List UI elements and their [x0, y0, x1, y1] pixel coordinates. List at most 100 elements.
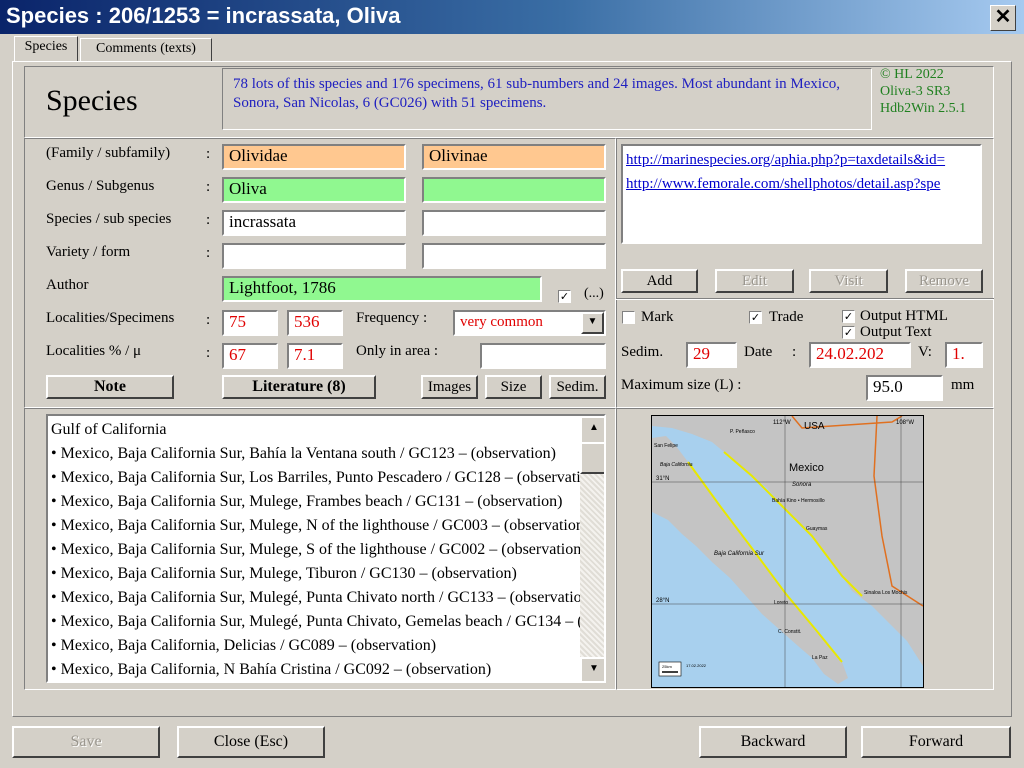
window-close-button[interactable]: ✕ [990, 5, 1016, 31]
locality-list[interactable]: Gulf of California • Mexico, Baja Califo… [46, 414, 606, 683]
map-label-sonora: Sonora [792, 482, 812, 488]
sedim-button[interactable]: Sedim. [549, 375, 606, 399]
list-item[interactable]: • Mexico, Baja California, N Bahía Crist… [48, 658, 580, 681]
list-item[interactable]: • Mexico, Baja California Sur, Bahía la … [48, 442, 580, 466]
pct-label: Localities % / μ [46, 343, 142, 359]
variety-field[interactable] [222, 243, 406, 269]
genus-field[interactable]: Oliva [222, 177, 406, 203]
localities-count-field[interactable]: 75 [222, 310, 278, 336]
scroll-down-icon[interactable]: ▼ [580, 657, 604, 681]
add-link-button[interactable]: Add [621, 269, 698, 293]
map-label-bc: Baja California [660, 462, 693, 468]
max-size-field[interactable]: 95.0 [866, 375, 943, 401]
output-text-checkbox[interactable]: ✓ [842, 326, 855, 339]
summary-box: 78 lots of this species and 176 specimen… [222, 68, 872, 130]
images-button[interactable]: Images [421, 375, 478, 399]
sedim-label: Sedim. [621, 344, 664, 360]
species-label: Species / sub species [46, 211, 172, 227]
list-item[interactable]: • Mexico, Baja California Sur, Mulege, T… [48, 562, 580, 586]
note-button[interactable]: Note [46, 375, 174, 399]
sedim-field[interactable]: 29 [686, 342, 737, 368]
close-button[interactable]: Close (Esc) [177, 726, 325, 758]
visit-link-button[interactable]: Visit [809, 269, 888, 293]
colon: : [206, 212, 211, 228]
list-item[interactable]: • Mexico, Baja California Sur, Mulegé, P… [48, 610, 580, 634]
map-label-guaymas: Guaymas [806, 526, 828, 532]
form-field[interactable] [422, 243, 606, 269]
mark-label: Mark [641, 309, 674, 325]
version-line: Oliva-3 SR3 [880, 84, 951, 99]
list-item[interactable]: • Mexico, Baja California Sur, Mulege, F… [48, 490, 580, 514]
species-field[interactable]: incrassata [222, 210, 406, 236]
mark-checkbox[interactable] [622, 311, 635, 324]
hdb-version-line: Hdb2Win 2.5.1 [880, 101, 967, 116]
edit-link-button[interactable]: Edit [715, 269, 794, 293]
trade-label: Trade [769, 309, 804, 325]
map-label-lapaz: La Paz [812, 655, 828, 661]
variety-label: Variety / form [46, 244, 131, 260]
divider [616, 298, 994, 300]
family-label: (Family / subfamily) [46, 145, 171, 161]
list-item[interactable]: • Mexico, Baja California Sur, Mulege, N… [48, 514, 580, 538]
author-field[interactable]: Lightfoot, 1786 [222, 276, 542, 302]
output-html-label: Output HTML [860, 308, 948, 324]
trade-checkbox[interactable]: ✓ [749, 311, 762, 324]
map-date-label: 17.02.2022 [686, 663, 707, 668]
scroll-thumb[interactable] [580, 442, 604, 474]
map-label-sinaloa: Sinaloa Los Mochis [864, 590, 908, 596]
subfamily-field[interactable]: Olivinae [422, 144, 606, 170]
chevron-down-icon[interactable]: ▼ [581, 312, 604, 334]
only-area-field[interactable] [480, 343, 606, 369]
author-label: Author [46, 277, 89, 293]
forward-button[interactable]: Forward [861, 726, 1011, 758]
link-marinespecies[interactable]: http://marinespecies.org/aphia.php?p=tax… [626, 152, 945, 168]
link-femorale[interactable]: http://www.femorale.com/shellphotos/deta… [626, 176, 940, 192]
localities-label: Localities/Specimens [46, 310, 175, 326]
frequency-value: very common [460, 314, 543, 330]
backward-button[interactable]: Backward [699, 726, 847, 758]
colon: : [206, 312, 211, 328]
map-label-sanfelipe: San Felipe [654, 443, 678, 449]
scrollbar[interactable]: ▲ ▼ [580, 416, 604, 681]
list-item[interactable]: • Mexico, Baja California Sur, Los Barri… [48, 466, 580, 490]
localities-pct-field[interactable]: 67 [222, 343, 278, 369]
frequency-label: Frequency : [356, 310, 428, 326]
tab-species[interactable]: Species [14, 36, 78, 62]
map-scale-label: 25km [662, 664, 672, 669]
tab-comments[interactable]: Comments (texts) [80, 38, 212, 62]
map-label-lon112: 112°W [773, 420, 791, 426]
map-label-constitucion: C. Constit. [778, 629, 801, 635]
list-item[interactable]: • Mexico, Baja California, Delicias / GC… [48, 634, 580, 658]
map-label-usa: USA [804, 421, 825, 432]
map-label-bcs: Baja California Sur [714, 551, 765, 557]
subspecies-field[interactable] [422, 210, 606, 236]
copyright-block: © HL 2022 Oliva-3 SR3 Hdb2Win 2.5.1 [880, 66, 966, 117]
scroll-up-icon[interactable]: ▲ [580, 416, 604, 444]
v-field[interactable]: 1. [945, 342, 983, 368]
author-extra-label: (...) [584, 286, 604, 301]
family-field[interactable]: Olividae [222, 144, 406, 170]
colon: : [206, 179, 211, 195]
map-label-lon108: 108°W [896, 420, 914, 426]
author-checkbox[interactable]: ✓ [558, 290, 571, 303]
mu-field[interactable]: 7.1 [287, 343, 343, 369]
list-item[interactable]: • Mexico, Baja California Sur, Mulegé, P… [48, 586, 580, 610]
distribution-map: USA Mexico Sonora Baja California Sur P.… [651, 415, 924, 688]
map-label-mexico: Mexico [789, 462, 824, 474]
list-item[interactable]: Gulf of California [48, 418, 580, 442]
remove-link-button[interactable]: Remove [905, 269, 983, 293]
copyright-line: © HL 2022 [880, 67, 944, 82]
links-list: http://marinespecies.org/aphia.php?p=tax… [621, 144, 982, 244]
size-button[interactable]: Size [485, 375, 542, 399]
specimens-count-field[interactable]: 536 [287, 310, 343, 336]
subgenus-field[interactable] [422, 177, 606, 203]
map-svg: USA Mexico Sonora Baja California Sur P.… [652, 416, 923, 687]
map-label-hermosillo: Bahía Kino • Hermosillo [772, 498, 825, 504]
map-label-lat31: 31°N [656, 476, 669, 482]
literature-button[interactable]: Literature (8) [222, 375, 376, 399]
date-field[interactable]: 24.02.202 [809, 342, 911, 368]
save-button[interactable]: Save [12, 726, 160, 758]
list-item[interactable]: • Mexico, Baja California Sur, Mulege, S… [48, 538, 580, 562]
output-html-checkbox[interactable]: ✓ [842, 310, 855, 323]
window-title: Species : 206/1253 = incrassata, Oliva [6, 3, 401, 28]
